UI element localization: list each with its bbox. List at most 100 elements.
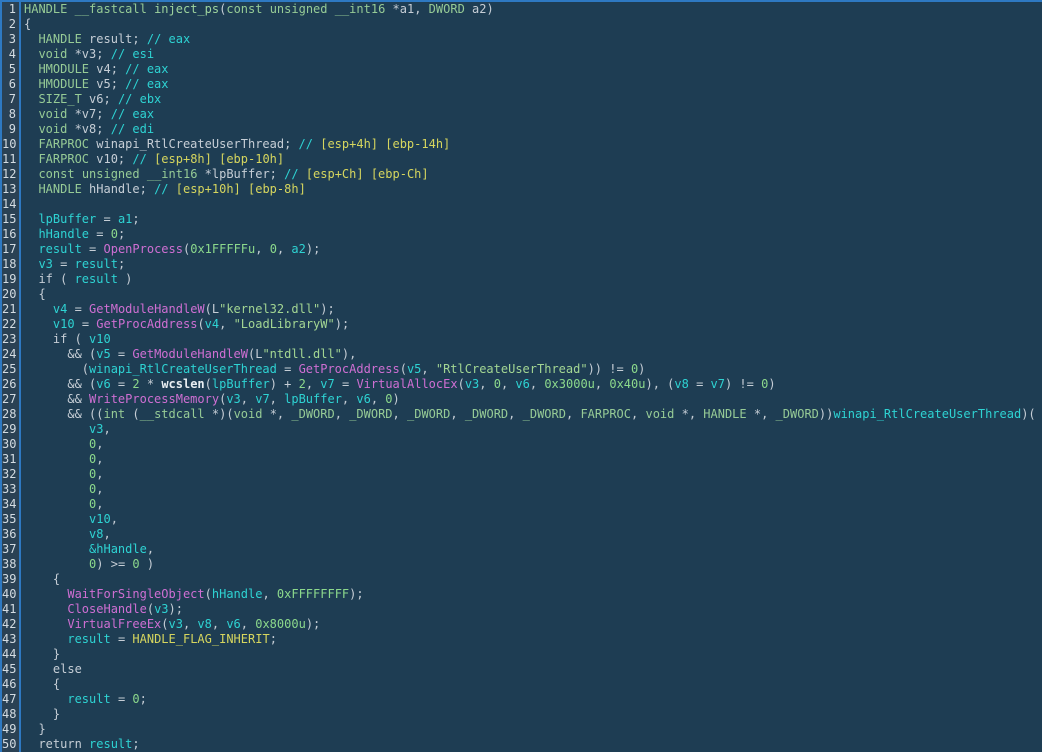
code-token[interactable]: lpBuffer — [284, 392, 342, 406]
code-token[interactable]: v3 — [169, 617, 183, 631]
code-line[interactable]: 23 if ( v10 — [2, 332, 1042, 347]
code-token[interactable]: v10 — [89, 512, 111, 526]
code-line[interactable]: 11 FARPROC v10; // [esp+8h] [ebp-10h] — [2, 152, 1042, 167]
code-token[interactable]: &hHandle — [89, 542, 147, 556]
code-token[interactable]: v8 — [89, 527, 103, 541]
code-line[interactable]: 2{ — [2, 17, 1042, 32]
code-line[interactable]: 8 void *v7; // eax — [2, 107, 1042, 122]
code-token[interactable]: result — [67, 692, 110, 706]
code-token[interactable]: v6 — [96, 377, 110, 391]
code-line[interactable]: 21 v4 = GetModuleHandleW(L"kernel32.dll"… — [2, 302, 1042, 317]
code-token[interactable]: v3 — [154, 602, 168, 616]
code-line[interactable]: 27 && WriteProcessMemory(v3, v7, lpBuffe… — [2, 392, 1042, 407]
code-token[interactable]: [esp+4h] [ebp-14h] — [320, 137, 450, 151]
code-line[interactable]: 49 } — [2, 722, 1042, 737]
code-token[interactable]: GetProcAddress — [96, 317, 197, 331]
code-line[interactable]: 6 HMODULE v5; // eax — [2, 77, 1042, 92]
code-line[interactable]: 18 v3 = result; — [2, 257, 1042, 272]
code-token[interactable]: result — [75, 272, 118, 286]
code-token[interactable]: v3 — [38, 257, 52, 271]
code-line[interactable]: 44 } — [2, 647, 1042, 662]
code-line[interactable]: 41 CloseHandle(v3); — [2, 602, 1042, 617]
code-line[interactable]: 5 HMODULE v4; // eax — [2, 62, 1042, 77]
code-token[interactable]: result — [89, 737, 132, 751]
code-token[interactable]: v7 — [320, 377, 334, 391]
code-line[interactable]: 50 return result; — [2, 737, 1042, 752]
code-token[interactable]: v6 — [356, 392, 370, 406]
code-line[interactable]: 9 void *v8; // edi — [2, 122, 1042, 137]
code-line[interactable]: 1 HANDLE __fastcall inject_ps(const unsig… — [2, 2, 1042, 17]
code-line[interactable]: 38 0) >= 0 ) — [2, 557, 1042, 572]
code-token[interactable]: [esp+Ch] [ebp-Ch] — [306, 167, 429, 181]
code-token[interactable]: WriteProcessMemory — [89, 392, 219, 406]
code-line[interactable]: 22 v10 = GetProcAddress(v4, "LoadLibrary… — [2, 317, 1042, 332]
code-token[interactable]: winapi_RtlCreateUserThread — [833, 407, 1021, 421]
code-line[interactable]: 7 SIZE_T v6; // ebx — [2, 92, 1042, 107]
code-line[interactable]: 15 lpBuffer = a1; — [2, 212, 1042, 227]
code-token[interactable]: GetProcAddress — [299, 362, 400, 376]
code-token[interactable]: v10 — [53, 317, 75, 331]
code-line[interactable]: 26 && (v6 = 2 * wcslen(lpBuffer) + 2, v7… — [2, 377, 1042, 392]
code-token[interactable]: v10 — [89, 332, 111, 346]
code-line[interactable]: 47 result = 0; — [2, 692, 1042, 707]
code-token[interactable]: winapi_RtlCreateUserThread — [89, 362, 277, 376]
code-token[interactable]: v8 — [197, 617, 211, 631]
code-line[interactable]: 37 &hHandle, — [2, 542, 1042, 557]
code-line[interactable]: 43 result = HANDLE_FLAG_INHERIT; — [2, 632, 1042, 647]
code-token[interactable]: a2 — [291, 242, 305, 256]
code-token[interactable]: result — [38, 242, 81, 256]
code-line[interactable]: 31 0, — [2, 452, 1042, 467]
code-token[interactable]: VirtualAllocEx — [356, 377, 457, 391]
code-line[interactable]: 32 0, — [2, 467, 1042, 482]
code-line[interactable]: 42 VirtualFreeEx(v3, v8, v6, 0x8000u); — [2, 617, 1042, 632]
code-token[interactable]: v8 — [674, 377, 688, 391]
code-token[interactable]: CloseHandle — [67, 602, 146, 616]
code-token[interactable]: hHandle — [212, 587, 263, 601]
code-token[interactable]: v5 — [407, 362, 421, 376]
code-line[interactable]: 29 v3, — [2, 422, 1042, 437]
code-token[interactable]: VirtualFreeEx — [67, 617, 161, 631]
code-token[interactable]: [esp+10h] [ebp-8h] — [176, 182, 306, 196]
code-line[interactable]: 35 v10, — [2, 512, 1042, 527]
code-token[interactable]: v3 — [89, 422, 103, 436]
code-token[interactable]: a1 — [118, 212, 132, 226]
code-token[interactable]: v5 — [96, 347, 110, 361]
code-line[interactable]: 25 (winapi_RtlCreateUserThread = GetProc… — [2, 362, 1042, 377]
code-line[interactable]: 45 else — [2, 662, 1042, 677]
code-token[interactable]: v6 — [515, 377, 529, 391]
code-token[interactable]: [esp+8h] [ebp-10h] — [154, 152, 284, 166]
code-token[interactable]: wcslen — [161, 377, 204, 391]
code-line[interactable]: 33 0, — [2, 482, 1042, 497]
code-token[interactable]: v7 — [255, 392, 269, 406]
code-token[interactable]: lpBuffer — [38, 212, 96, 226]
code-token[interactable]: v6 — [226, 617, 240, 631]
code-token[interactable]: v4 — [53, 302, 67, 316]
code-token[interactable]: v3 — [226, 392, 240, 406]
code-line[interactable]: 13 HANDLE hHandle; // [esp+10h] [ebp-8h] — [2, 182, 1042, 197]
code-line[interactable]: 12 const unsigned __int16 *lpBuffer; // … — [2, 167, 1042, 182]
code-line[interactable]: 24 && (v5 = GetModuleHandleW(L"ntdll.dll… — [2, 347, 1042, 362]
code-line[interactable]: 46 { — [2, 677, 1042, 692]
code-line[interactable]: 14 — [2, 197, 1042, 212]
code-line[interactable]: 28 && ((int (__stdcall *)(void *, _DWORD… — [2, 407, 1042, 422]
code-token[interactable]: lpBuffer — [212, 377, 270, 391]
code-line[interactable]: 3 HANDLE result; // eax — [2, 32, 1042, 47]
code-token[interactable]: HANDLE_FLAG_INHERIT — [132, 632, 269, 646]
code-token[interactable]: inject_ps — [154, 2, 219, 16]
code-line[interactable]: 10 FARPROC winapi_RtlCreateUserThread; /… — [2, 137, 1042, 152]
code-token[interactable]: GetModuleHandleW — [132, 347, 248, 361]
code-line[interactable]: 30 0, — [2, 437, 1042, 452]
code-token[interactable]: hHandle — [38, 227, 89, 241]
code-line[interactable]: 48 } — [2, 707, 1042, 722]
code-line[interactable]: 20 { — [2, 287, 1042, 302]
code-line[interactable]: 39 { — [2, 572, 1042, 587]
code-token[interactable]: WaitForSingleObject — [67, 587, 204, 601]
code-token[interactable]: v3 — [465, 377, 479, 391]
code-token[interactable]: v7 — [711, 377, 725, 391]
code-token[interactable]: GetModuleHandleW — [89, 302, 205, 316]
code-line[interactable]: 4 void *v3; // esi — [2, 47, 1042, 62]
code-token[interactable]: v4 — [205, 317, 219, 331]
code-token[interactable]: result — [67, 632, 110, 646]
code-token[interactable]: OpenProcess — [104, 242, 183, 256]
code-line[interactable]: 16 hHandle = 0; — [2, 227, 1042, 242]
